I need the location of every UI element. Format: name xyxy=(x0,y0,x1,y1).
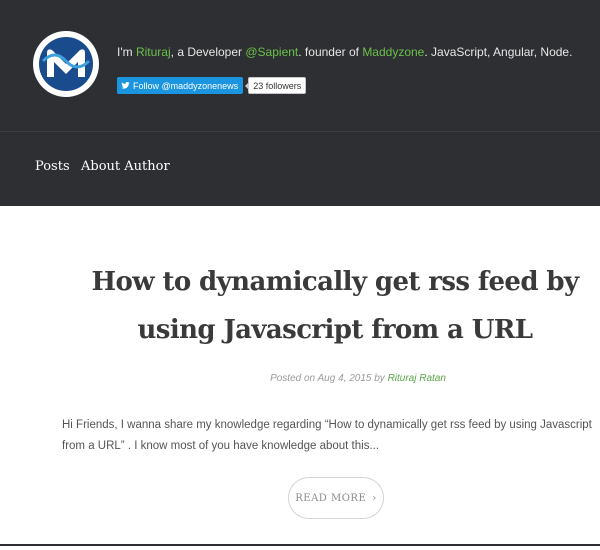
maddyzone-logo-icon xyxy=(34,32,98,96)
post-author-link[interactable]: Rituraj Ratan xyxy=(388,373,446,384)
twitter-bird-icon xyxy=(121,81,130,89)
read-more-button[interactable]: READ MORE › xyxy=(288,477,384,519)
post-excerpt: Hi Friends, I wanna share my knowledge r… xyxy=(62,419,592,452)
site-link[interactable]: Maddyzone xyxy=(362,45,424,59)
bio-intro: I'm xyxy=(117,45,136,59)
site-logo[interactable] xyxy=(33,31,99,97)
post-meta: Posted on Aug 4, 2015 by Rituraj Ratan xyxy=(0,373,600,384)
read-more-label: READ MORE xyxy=(295,492,367,504)
twitter-followers-count[interactable]: 23 followers xyxy=(245,77,307,94)
nav-item-about-author[interactable]: About Author xyxy=(81,159,170,174)
bio-middle: , a Developer xyxy=(170,45,246,59)
twitter-follow-label: Follow @maddyzonenews xyxy=(133,80,239,91)
site-header: I'm Rituraj, a Developer @Sapient. found… xyxy=(0,0,600,206)
twitter-follow-button[interactable]: Follow @maddyzonenews xyxy=(117,77,244,94)
company-link[interactable]: @Sapient xyxy=(245,45,298,59)
bio-tail: . JavaScript, Angular, Node. xyxy=(424,45,573,59)
main-nav: Posts About Author xyxy=(0,132,600,206)
bottom-divider xyxy=(0,544,600,550)
author-bio: I'm Rituraj, a Developer @Sapient. found… xyxy=(117,44,587,60)
author-link[interactable]: Rituraj xyxy=(136,45,171,59)
bio-founder: . founder of xyxy=(298,45,363,59)
post-title[interactable]: How to dynamically get rss feed by using… xyxy=(70,258,600,354)
post-meta-prefix: Posted on Aug 4, 2015 by xyxy=(270,373,388,384)
nav-item-posts[interactable]: Posts xyxy=(35,159,70,174)
twitter-follow-widget: Follow @maddyzonenews 23 followers xyxy=(117,77,307,94)
chevron-right-icon: › xyxy=(372,492,377,504)
